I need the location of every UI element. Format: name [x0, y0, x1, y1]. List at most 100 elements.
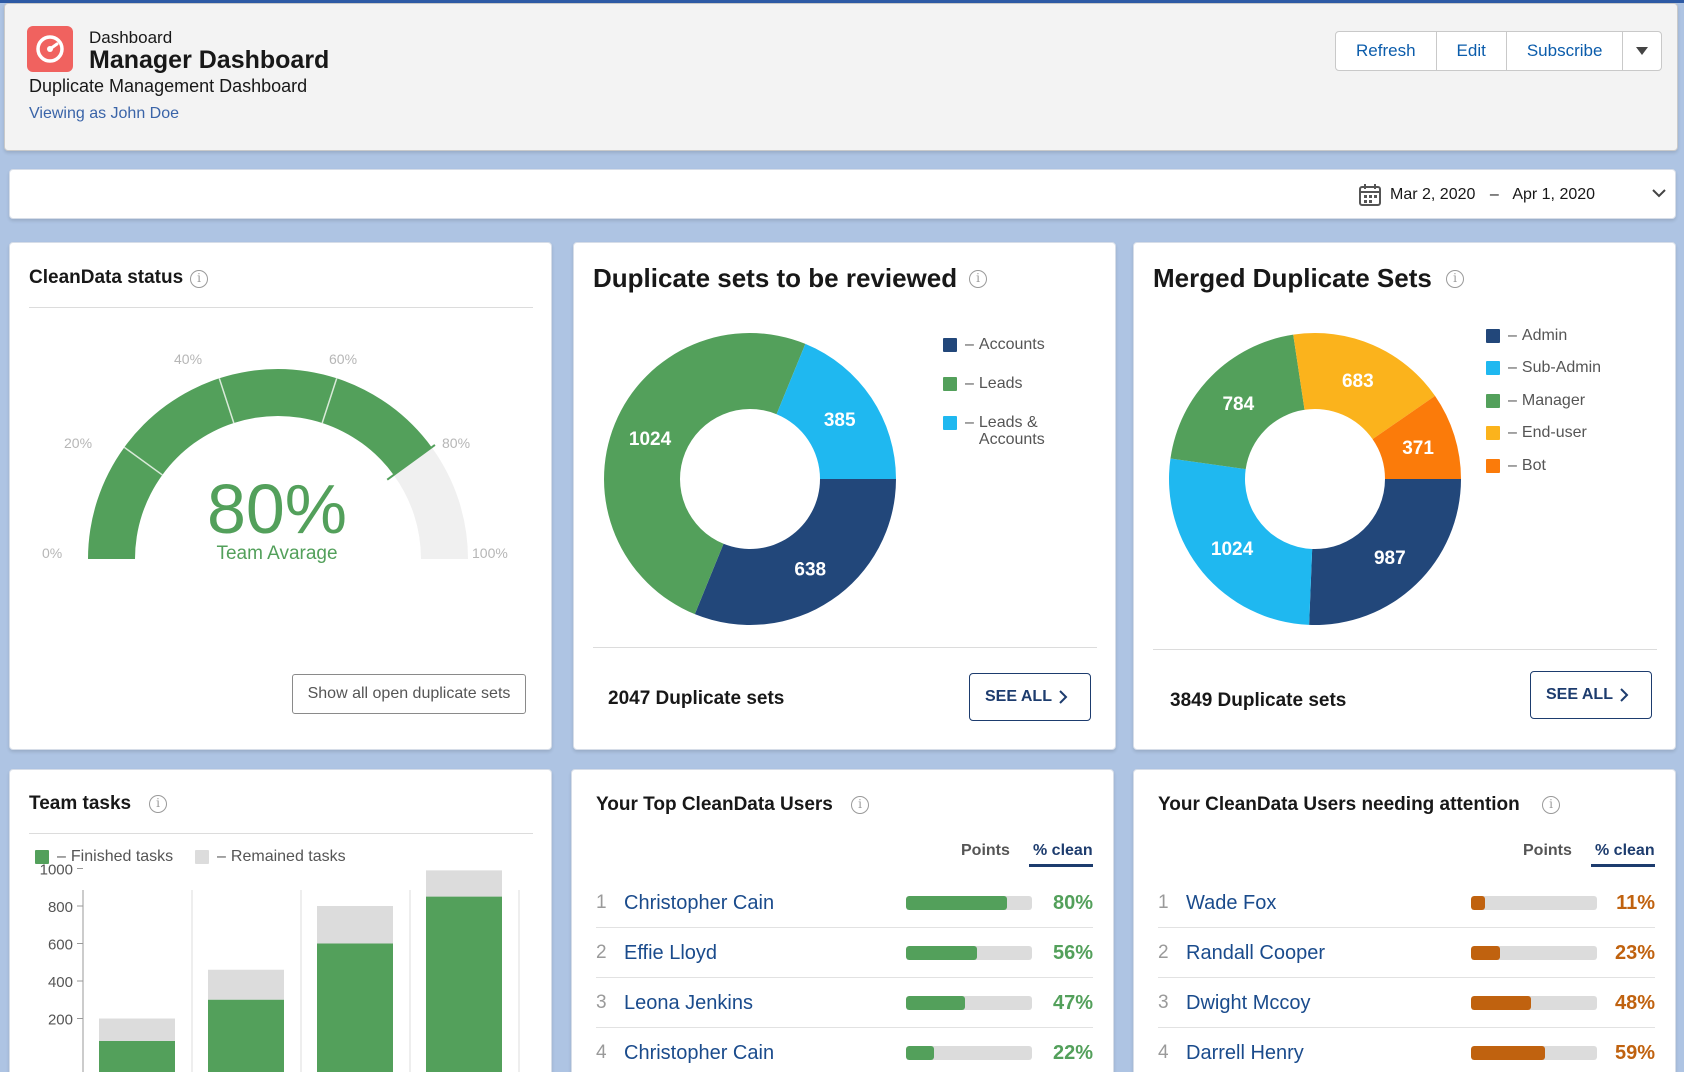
chevron-down-icon[interactable]: [1651, 187, 1667, 199]
info-icon[interactable]: i: [1542, 796, 1560, 814]
show-open-duplicates-button[interactable]: Show all open duplicate sets: [292, 674, 526, 714]
column-header-clean[interactable]: % clean: [1033, 842, 1093, 860]
row-divider: [1158, 977, 1655, 978]
bar-remained-tasks[interactable]: [317, 906, 393, 944]
legend-swatch: [1486, 459, 1500, 473]
info-icon[interactable]: i: [851, 796, 869, 814]
top_users-row[interactable]: 4 Christopher Cain 22%: [596, 1042, 1093, 1072]
clean-progress-fill: [1471, 896, 1485, 910]
clean-progress-bar: [1471, 946, 1597, 960]
clean-percent: 48%: [1614, 992, 1655, 1014]
clean-percent: 22%: [1052, 1042, 1093, 1064]
clean-progress-bar: [1471, 896, 1597, 910]
clean-progress-bar: [1471, 996, 1597, 1010]
bar-remained-tasks[interactable]: [99, 1018, 175, 1042]
edit-button[interactable]: Edit: [1437, 32, 1507, 70]
active-sort-indicator: [1591, 864, 1655, 867]
bar-finished-tasks[interactable]: [208, 999, 284, 1072]
rank-number: 2: [596, 942, 607, 963]
y-tick-label: 200: [48, 1012, 73, 1029]
gauge-caption: Team Avarage: [216, 543, 338, 564]
rank-number: 1: [1158, 892, 1169, 913]
user-name-link[interactable]: Leona Jenkins: [624, 992, 753, 1015]
top_users-row[interactable]: 3 Leona Jenkins 47%: [596, 992, 1093, 1042]
user-name-link[interactable]: Randall Cooper: [1186, 942, 1325, 965]
user-name-link[interactable]: Christopher Cain: [624, 1042, 774, 1065]
bar-finished-tasks[interactable]: [317, 943, 393, 1072]
legend-item-sub-admin: – Sub-Admin: [1486, 359, 1601, 377]
legend-item-leads-accounts: – Leads & Accounts: [943, 414, 1063, 448]
donut-data-label: 371: [1402, 438, 1434, 459]
clean-progress-fill: [1471, 996, 1532, 1010]
gauge-tick-label: 60%: [329, 351, 358, 367]
attention_users-row[interactable]: 4 Darrell Henry 59%: [1158, 1042, 1655, 1072]
clean-progress-bar: [906, 1046, 1032, 1060]
donut-data-label: 1024: [1211, 539, 1254, 560]
clean-percent: 23%: [1614, 942, 1655, 964]
user-name-link[interactable]: Dwight Mccoy: [1186, 992, 1310, 1015]
header-button-group: Refresh Edit Subscribe: [1335, 31, 1663, 71]
breadcrumb: Dashboard: [89, 28, 173, 47]
gauge-tick-label: 80%: [442, 435, 471, 451]
review-sets-card: Duplicate sets to be reviewed i 638 1024 3…: [573, 242, 1116, 750]
y-tick-label: 800: [48, 899, 73, 916]
donut-data-label: 385: [824, 410, 856, 431]
y-tick-label: 400: [48, 974, 73, 991]
calendar-icon: [1359, 184, 1381, 206]
donut-data-label: 1024: [629, 429, 672, 450]
refresh-button[interactable]: Refresh: [1336, 32, 1437, 70]
user-name-link[interactable]: Effie Lloyd: [624, 942, 717, 965]
more-actions-button[interactable]: [1623, 32, 1661, 70]
column-header-points[interactable]: Points: [1523, 842, 1572, 860]
user-name-link[interactable]: Christopher Cain: [624, 892, 774, 915]
user-name-link[interactable]: Wade Fox: [1186, 892, 1276, 915]
column-header-clean[interactable]: % clean: [1595, 842, 1655, 860]
clean-progress-fill: [906, 946, 977, 960]
chevron-right-icon: [1059, 690, 1068, 704]
attention_users-row[interactable]: 2 Randall Cooper 23%: [1158, 942, 1655, 992]
row-divider: [1158, 927, 1655, 928]
donut-data-label: 683: [1342, 371, 1374, 392]
review-donut-chart: 638 1024 385: [604, 333, 896, 625]
team-tasks-bar-chart: 1000 800 600 400 200: [40, 862, 520, 1072]
clean-percent: 11%: [1616, 892, 1655, 914]
user-name-link[interactable]: Darrell Henry: [1186, 1042, 1304, 1065]
legend-item-bot: – Bot: [1486, 457, 1546, 475]
top_users-row[interactable]: 2 Effie Lloyd 56%: [596, 942, 1093, 992]
clean-progress-bar: [1471, 1046, 1597, 1060]
bar-remained-tasks[interactable]: [426, 870, 502, 897]
gauge-tick-label: 40%: [174, 351, 203, 367]
attention_users-row[interactable]: 1 Wade Fox 11%: [1158, 892, 1655, 942]
bar-finished-tasks[interactable]: [426, 896, 502, 1072]
see-all-button[interactable]: SEE ALL: [1530, 671, 1652, 719]
team-tasks-card: Team tasks i – Finished tasks – Remained t…: [9, 769, 552, 1072]
attention-users-card: Your CleanData Users needing attention i…: [1133, 769, 1676, 1072]
y-tick-label: 1000: [40, 862, 73, 879]
divider: [593, 647, 1097, 648]
top-users-title: Your Top CleanData Users: [596, 794, 833, 815]
donut-slice[interactable]: [694, 479, 896, 625]
donut-data-label: 987: [1374, 548, 1406, 569]
bar-finished-tasks[interactable]: [99, 1041, 175, 1072]
merged-sets-card: Merged Duplicate Sets i 987 1024 784 683 371…: [1133, 242, 1676, 750]
page-title: Manager Dashboard: [89, 46, 330, 74]
rank-number: 3: [1158, 992, 1169, 1013]
clean-progress-fill: [906, 1046, 934, 1060]
dashboard-header: Dashboard Manager Dashboard Duplicate Ma…: [4, 3, 1678, 151]
gauge-tick-label: 100%: [472, 545, 508, 561]
date-range-filter[interactable]: Mar 2, 2020 – Apr 1, 2020: [9, 169, 1676, 219]
clean-progress-fill: [906, 896, 1007, 910]
review-sets-total: 2047 Duplicate sets: [608, 688, 785, 709]
date-start: Mar 2, 2020: [1390, 186, 1476, 203]
subscribe-button[interactable]: Subscribe: [1507, 32, 1624, 70]
bar-remained-tasks[interactable]: [208, 969, 284, 1000]
top_users-row[interactable]: 1 Christopher Cain 80%: [596, 892, 1093, 942]
see-all-button[interactable]: SEE ALL: [969, 673, 1091, 721]
legend-item-manager: – Manager: [1486, 392, 1585, 410]
clean-percent: 59%: [1614, 1042, 1655, 1064]
clean-progress-bar: [906, 946, 1032, 960]
column-header-points[interactable]: Points: [961, 842, 1010, 860]
attention_users-row[interactable]: 3 Dwight Mccoy 48%: [1158, 992, 1655, 1042]
cleandata-status-card: CleanData status i 0% 20% 40% 60% 80% 10…: [9, 242, 552, 750]
row-divider: [1158, 1027, 1655, 1028]
